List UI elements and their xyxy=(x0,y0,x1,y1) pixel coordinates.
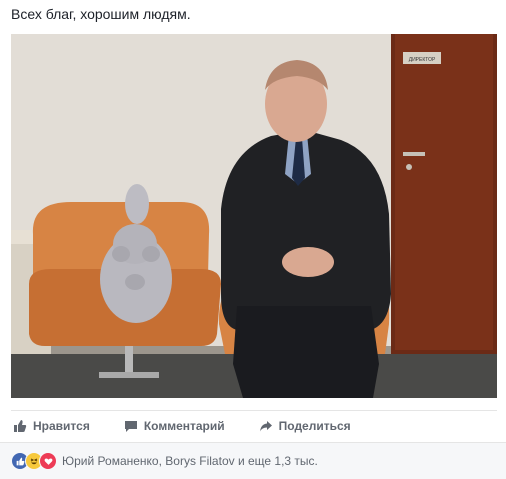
like-label: Нравится xyxy=(33,419,90,433)
comment-icon xyxy=(124,421,137,432)
share-button[interactable]: Поделиться xyxy=(259,419,351,433)
door-sign: ДИРЕКТОР xyxy=(409,57,436,63)
thumbs-up-icon xyxy=(14,420,27,432)
post-text: Всех благ, хорошим людям. xyxy=(11,6,191,22)
comment-label: Комментарий xyxy=(143,419,225,433)
reaction-icons[interactable] xyxy=(11,452,57,470)
share-label: Поделиться xyxy=(278,419,351,433)
share-icon xyxy=(259,421,272,432)
comment-button[interactable]: Комментарий xyxy=(124,419,225,433)
reactors-summary[interactable]: Юрий Романенко, Borys Filatov и еще 1,3 … xyxy=(62,454,318,468)
reactions-summary-bar: Юрий Романенко, Borys Filatov и еще 1,3 … xyxy=(0,442,506,479)
like-button[interactable]: Нравится xyxy=(13,419,90,433)
post-actions: Нравится Комментарий Поделиться xyxy=(11,410,497,441)
love-reaction-icon xyxy=(39,452,57,470)
post-photo[interactable]: ДИРЕКТОР xyxy=(11,34,497,398)
